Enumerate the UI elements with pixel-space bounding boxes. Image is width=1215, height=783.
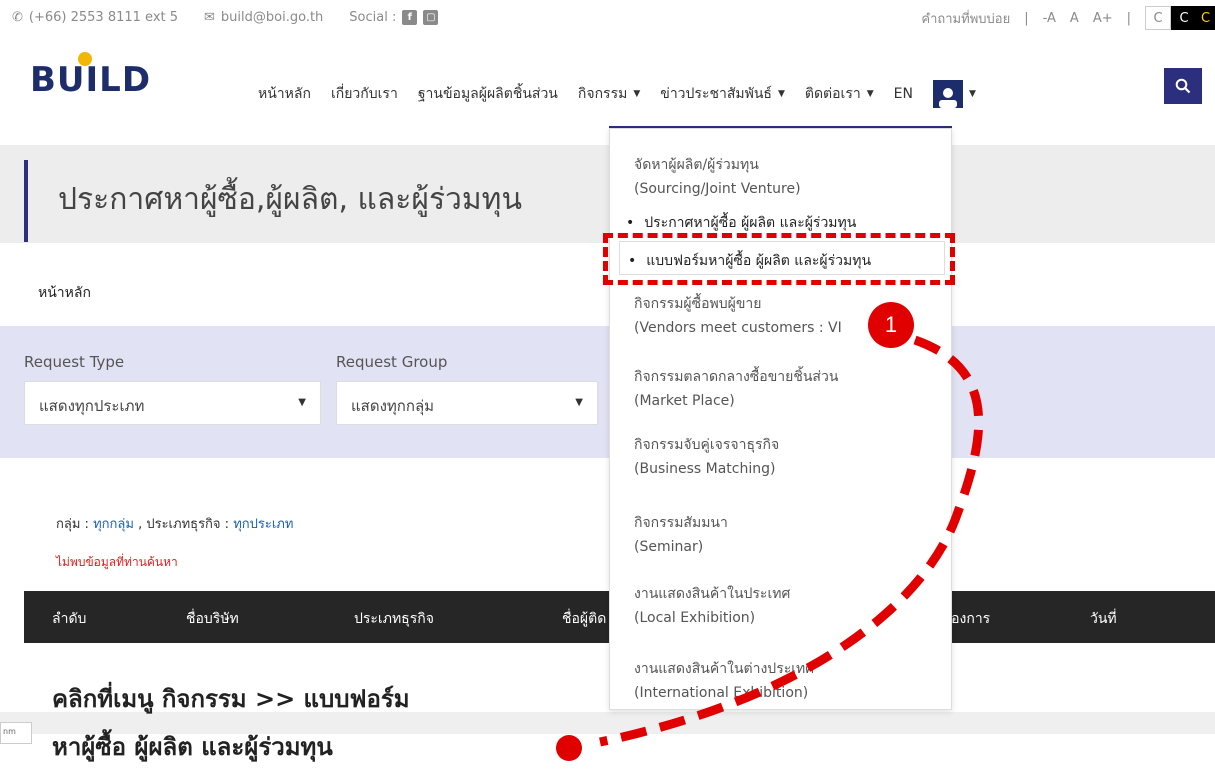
scroll-widget[interactable]: nm	[0, 722, 32, 744]
caret-down-icon: ▼	[777, 89, 785, 99]
col-date: วันที่	[1090, 611, 1117, 627]
intl-th: งานแสดงสินค้าในต่างประเทศ	[634, 661, 815, 677]
instruction-text: คลิกที่เมนู กิจกรรม >> แบบฟอร์ม หาผู้ซื้…	[52, 675, 410, 771]
phone-number[interactable]: (+66) 2553 8111 ext 5	[29, 10, 178, 25]
menu-item-buyer-announcement[interactable]: • ประกาศหาผู้ซื้อ ผู้ผลิต และผู้ร่วมทุน	[626, 212, 856, 234]
facebook-icon[interactable]: f	[402, 10, 418, 25]
matching-th: กิจกรรมจับคู่เจรจาธุรกิจ	[634, 437, 780, 453]
business-type-label: ประเภทธุรกิจ :	[146, 517, 230, 532]
font-size-small[interactable]: -A	[1043, 11, 1056, 26]
col-business-type: ประเภทธุรกิจ	[354, 611, 434, 627]
col-contact: ชื่อผู้ติด	[562, 611, 607, 627]
intl-en: (International Exhibition)	[634, 685, 809, 701]
separator: ,	[138, 517, 143, 532]
market-en: (Market Place)	[634, 393, 735, 409]
business-type-value: ทุกประเภท	[233, 517, 294, 532]
caret-down-icon: ▼	[968, 89, 976, 99]
vendors-en: (Vendors meet customers : VI	[634, 320, 842, 336]
request-type-label: Request Type	[24, 353, 125, 371]
font-size-normal[interactable]: A	[1070, 11, 1079, 26]
page-title: ประกาศหาผู้ซื้อ,ผู้ผลิต, และผู้ร่วมทุน	[58, 182, 522, 217]
menu-item-seminar[interactable]: กิจกรรมสัมมนา (Seminar)	[634, 511, 728, 559]
contrast-yellow-button[interactable]: C	[1197, 6, 1215, 30]
step-number-badge: 1	[868, 302, 914, 348]
instruction-line-2: หาผู้ซื้อ ผู้ผลิต และผู้ร่วมทุน	[52, 733, 333, 761]
top-bar: ✆ (+66) 2553 8111 ext 5 ✉ build@boi.go.t…	[0, 0, 1215, 36]
instruction-line-1: คลิกที่เมนู กิจกรรม >> แบบฟอร์ม	[52, 685, 410, 713]
request-group-value: แสดงทุกกลุ่ม	[351, 397, 435, 415]
build-logo[interactable]: BUILD	[30, 52, 150, 102]
title-accent-bar	[24, 160, 28, 242]
market-th: กิจกรรมตลาดกลางซื้อขายชิ้นส่วน	[634, 369, 839, 385]
seminar-en: (Seminar)	[634, 539, 704, 555]
menu-item-business-matching[interactable]: กิจกรรมจับคู่เจรจาธุรกิจ (Business Match…	[634, 433, 779, 481]
accessibility-tools: คำถามที่พบบ่อย | -A A A+ | C C C	[921, 6, 1215, 30]
user-icon	[932, 80, 963, 108]
divider: |	[1024, 10, 1029, 26]
nav-about[interactable]: เกี่ยวกับเรา	[331, 83, 398, 105]
activities-dropdown: จัดหาผู้ผลิต/ผู้ร่วมทุน (Sourcing/Joint …	[609, 128, 952, 710]
faq-link[interactable]: คำถามที่พบบ่อย	[921, 8, 1010, 29]
dropdown-arrow-icon: ▼	[575, 397, 583, 408]
font-size-large[interactable]: A+	[1093, 11, 1113, 26]
matching-en: (Business Matching)	[634, 461, 776, 477]
search-button[interactable]	[1164, 68, 1202, 104]
request-group-select[interactable]: แสดงทุกกลุ่ม ▼	[336, 381, 598, 425]
nav-home[interactable]: หน้าหลัก	[258, 83, 311, 105]
seminar-th: กิจกรรมสัมมนา	[634, 515, 728, 531]
menu-item-international-exhibition[interactable]: งานแสดงสินค้าในต่างประเทศ (International…	[634, 657, 814, 705]
request-type-value: แสดงทุกประเภท	[39, 397, 145, 415]
sourcing-en: (Sourcing/Joint Venture)	[634, 181, 801, 197]
caret-down-icon: ▼	[866, 89, 874, 99]
logo-text: BUILD	[30, 60, 152, 100]
user-menu-button[interactable]: ▼	[932, 80, 976, 108]
col-order: ลำดับ	[52, 611, 87, 627]
vendors-th: กิจกรรมผู้ซื้อพบผู้ขาย	[634, 296, 762, 312]
arrow-origin-dot	[556, 735, 582, 761]
group-value: ทุกกลุ่ม	[93, 517, 134, 532]
email-address[interactable]: build@boi.go.th	[221, 10, 323, 25]
divider: |	[1126, 10, 1131, 26]
email-icon: ✉	[204, 10, 215, 25]
menu-item-market-place[interactable]: กิจกรรมตลาดกลางซื้อขายชิ้นส่วน (Market P…	[634, 365, 838, 413]
menu-group-sourcing[interactable]: จัดหาผู้ผลิต/ผู้ร่วมทุน (Sourcing/Joint …	[634, 153, 801, 201]
line-icon[interactable]: ▢	[423, 10, 439, 25]
menu-item-vendors-meet-customers[interactable]: กิจกรรมผู้ซื้อพบผู้ขาย (Vendors meet cus…	[634, 292, 842, 340]
contact-info: ✆ (+66) 2553 8111 ext 5 ✉ build@boi.go.t…	[12, 10, 439, 25]
social-label: Social :	[349, 10, 397, 25]
filter-summary: กลุ่ม : ทุกกลุ่ม , ประเภทธุรกิจ : ทุกประ…	[56, 513, 293, 534]
request-type-select[interactable]: แสดงทุกประเภท ▼	[24, 381, 321, 425]
highlight-box	[603, 233, 955, 285]
sourcing-th: จัดหาผู้ผลิต/ผู้ร่วมทุน	[634, 157, 759, 173]
menu-item-label: ประกาศหาผู้ซื้อ ผู้ผลิต และผู้ร่วมทุน	[644, 215, 857, 231]
no-results-message: ไม่พบข้อมูลที่ท่านค้นหา	[56, 555, 178, 569]
contrast-normal-button[interactable]: C	[1145, 6, 1171, 30]
phone-icon: ✆	[12, 10, 23, 25]
nav-activities[interactable]: กิจกรรม ▼	[578, 83, 640, 105]
dropdown-arrow-icon: ▼	[298, 397, 306, 408]
menu-item-local-exhibition[interactable]: งานแสดงสินค้าในประเทศ (Local Exhibition)	[634, 582, 790, 630]
breadcrumb[interactable]: หน้าหลัก	[38, 282, 91, 304]
local-th: งานแสดงสินค้าในประเทศ	[634, 586, 791, 602]
col-company: ชื่อบริษัท	[186, 611, 239, 627]
main-nav: หน้าหลัก เกี่ยวกับเรา ฐานข้อมูลผู้ผลิตชิ…	[258, 80, 976, 108]
search-icon	[1175, 78, 1191, 94]
nav-contact[interactable]: ติดต่อเรา ▼	[805, 83, 874, 105]
group-label: กลุ่ม :	[56, 517, 89, 532]
nav-news[interactable]: ข่าวประชาสัมพันธ์ ▼	[660, 83, 785, 105]
bullet-icon: •	[626, 215, 635, 231]
request-group-label: Request Group	[336, 353, 448, 371]
nav-parts-database[interactable]: ฐานข้อมูลผู้ผลิตชิ้นส่วน	[418, 83, 558, 105]
contrast-toggle: C C C	[1145, 6, 1215, 30]
nav-language-en[interactable]: EN	[894, 86, 913, 102]
caret-down-icon: ▼	[633, 89, 641, 99]
contrast-dark-button[interactable]: C	[1171, 6, 1197, 30]
local-en: (Local Exhibition)	[634, 610, 756, 626]
